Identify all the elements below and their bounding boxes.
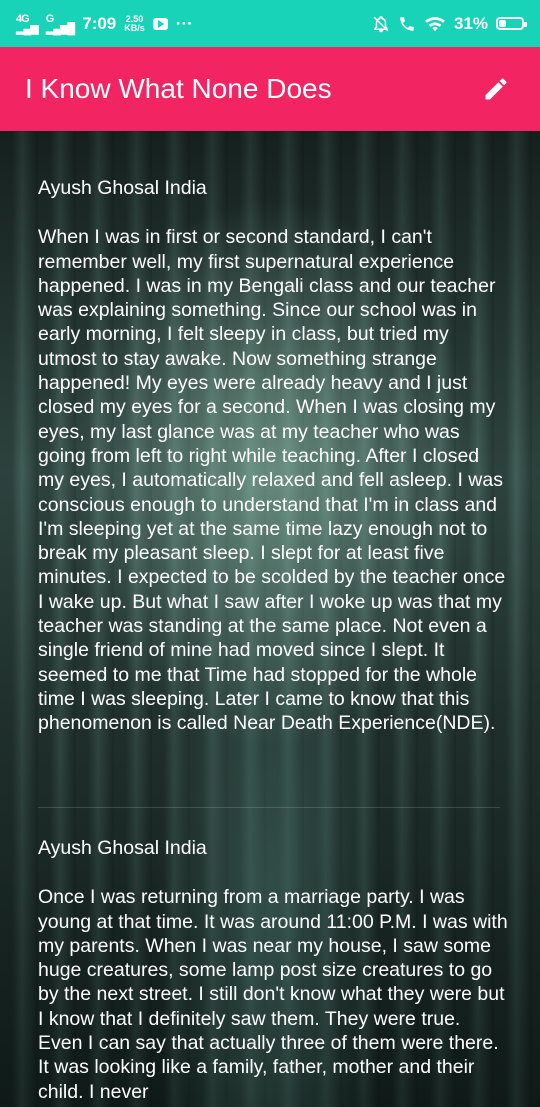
network-speed: 2.50 KB/s (124, 14, 145, 33)
bell-muted-icon (373, 15, 389, 32)
story-text: When I was in first or second standard, … (38, 226, 506, 735)
status-bar-left: 4G ▂▄▆ G ▂▄▆█ 7:09 2.50 KB/s ··· (16, 12, 193, 35)
wifi-calling-icon (400, 16, 414, 31)
post-divider (38, 807, 500, 808)
story-post: Ayush Ghosal India When I was in first o… (38, 176, 508, 736)
network-speed-unit: KB/s (124, 22, 145, 33)
clock: 7:09 (82, 13, 117, 33)
battery-percent: 31% (453, 13, 488, 33)
edit-button[interactable] (476, 69, 516, 109)
network-type-2: G (45, 12, 55, 25)
status-bar: 4G ▂▄▆ G ▂▄▆█ 7:09 2.50 KB/s ··· 31% (0, 0, 540, 47)
battery-icon (496, 17, 527, 30)
story-feed[interactable]: Ayush Ghosal India When I was in first o… (0, 131, 540, 1107)
mobile-signal-icon: 4G ▂▄▆ (16, 12, 39, 35)
battery-level-fill (499, 20, 507, 27)
story-author: Ayush Ghosal India (38, 837, 207, 859)
network-type-1: 4G (16, 12, 30, 25)
mobile-signal-2-icon: G ▂▄▆█ (45, 12, 75, 35)
youtube-notification-icon (152, 17, 168, 30)
story-author: Ayush Ghosal India (38, 177, 207, 199)
status-bar-right: 31% (372, 13, 527, 34)
pencil-icon (485, 78, 507, 100)
more-notifications-icon: ··· (175, 13, 193, 33)
app-title: I Know What None Does (25, 73, 332, 104)
story-post: Ayush Ghosal India Once I was returning … (38, 836, 508, 1104)
wifi-icon (425, 16, 445, 31)
story-text: Once I was returning from a marriage par… (38, 886, 508, 1103)
app-bar: I Know What None Does (0, 47, 540, 131)
